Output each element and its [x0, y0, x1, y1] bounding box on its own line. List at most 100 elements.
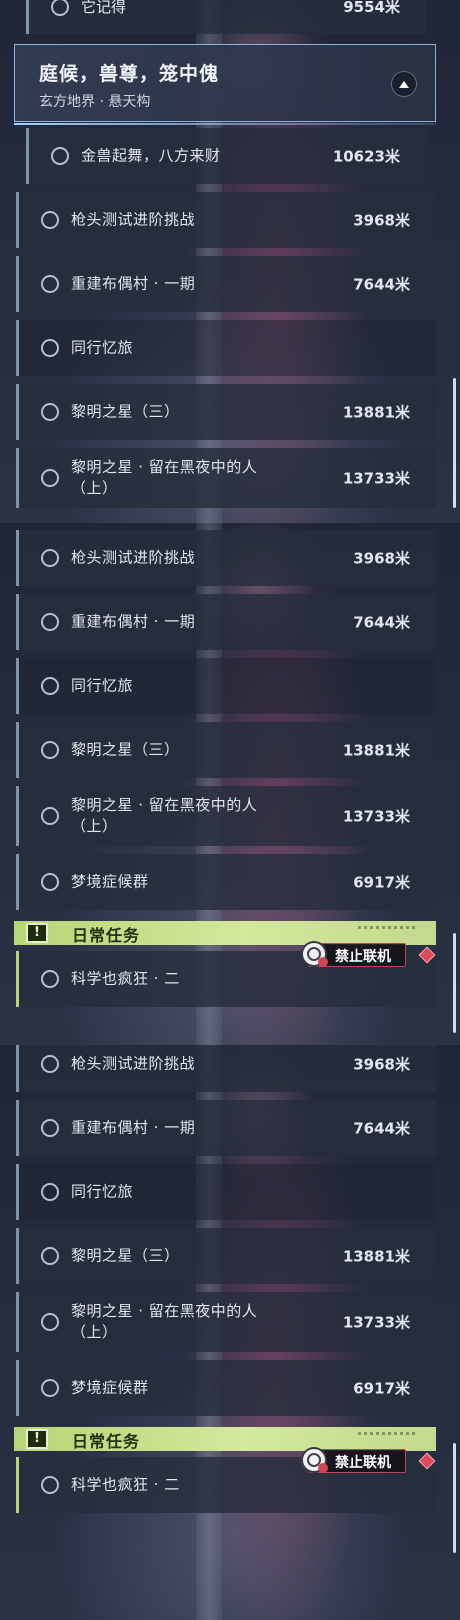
quest-title: 同行忆旅 [71, 676, 134, 695]
quest-row[interactable]: 重建布偶村 · 一期 7644米 [16, 256, 436, 312]
quest-row[interactable]: 枪头测试进阶挑战 3968米 [16, 530, 436, 586]
circle-icon [41, 807, 59, 825]
quest-title: 黎明之星 · 留在黑夜中的人（上） [71, 796, 258, 835]
quest-row[interactable]: 黎明之星 · 留在黑夜中的人（上） 13733米 [16, 786, 436, 846]
quest-row[interactable]: 黎明之星（三） 13881米 [16, 722, 436, 778]
circle-icon [41, 275, 59, 293]
circle-icon [41, 970, 59, 988]
quest-row[interactable]: 同行忆旅 [16, 1164, 436, 1220]
quest-distance: 13733米 [342, 1313, 410, 1332]
exclamation-icon: ! [26, 923, 48, 943]
scrollbar-thumb[interactable] [453, 378, 456, 508]
quest-title: 重建布偶村 · 一期 [71, 612, 196, 631]
region-subtitle: 玄方地界 · 悬天构 [39, 94, 151, 110]
circle-icon [41, 1313, 59, 1331]
quest-distance: 3968米 [353, 1055, 410, 1074]
circle-icon [41, 873, 59, 891]
quest-title: 科学也疯狂 · 二 [71, 969, 180, 988]
quest-title: 黎明之星 · 留在黑夜中的人（上） [71, 1302, 258, 1341]
daily-quest-title: 日常任务 [72, 926, 141, 945]
circle-icon [41, 613, 59, 631]
quest-title: 金兽起舞，八方来财 [81, 146, 221, 165]
circle-icon [41, 741, 59, 759]
quest-row[interactable]: 枪头测试进阶挑战 3968米 [16, 1045, 436, 1092]
quest-title: 枪头测试进阶挑战 [71, 210, 196, 229]
circle-icon [41, 677, 59, 695]
daily-quest-header[interactable]: ! 日常任务 [14, 1427, 436, 1451]
circle-icon [41, 1379, 59, 1397]
quest-row[interactable]: 枪头测试进阶挑战 3968米 [16, 192, 436, 248]
quest-distance: 7644米 [353, 1119, 410, 1138]
no-coop-badge: 禁止联机 [301, 941, 406, 967]
exclamation-icon: ! [26, 1429, 48, 1449]
quest-title: 科学也疯狂 · 二 [71, 1475, 180, 1494]
quest-row[interactable]: 黎明之星（三） 13881米 [16, 384, 436, 440]
quest-row[interactable]: 黎明之星（三） 13881米 [16, 1228, 436, 1284]
circle-icon [51, 0, 69, 16]
quest-distance: 6917米 [353, 873, 410, 892]
quest-row[interactable]: 同行忆旅 [16, 320, 436, 376]
quest-title: 枪头测试进阶挑战 [71, 1054, 196, 1073]
quest-title: 同行忆旅 [71, 1182, 134, 1201]
no-coop-badge: 禁止联机 [301, 1447, 406, 1473]
circle-icon [41, 211, 59, 229]
quest-row[interactable]: 黎明之星 · 留在黑夜中的人（上） 13733米 [16, 448, 436, 508]
quest-row[interactable]: 重建布偶村 · 一期 7644米 [16, 1100, 436, 1156]
quest-distance: 13733米 [342, 807, 410, 826]
quest-distance: 9554米 [343, 0, 400, 16]
quest-title: 梦境症候群 [71, 1378, 149, 1397]
quest-distance: 13881米 [342, 403, 410, 422]
quest-title: 同行忆旅 [71, 338, 134, 357]
quest-distance: 13881米 [342, 741, 410, 760]
quest-title: 重建布偶村 · 一期 [71, 274, 196, 293]
quest-row[interactable]: 黎明之星 · 留在黑夜中的人（上） 13733米 [16, 1292, 436, 1352]
no-multiplayer-icon [301, 941, 328, 967]
quest-panel-2: 枪头测试进阶挑战 3968米 重建布偶村 · 一期 7644米 同行忆旅 黎明之… [0, 523, 460, 1045]
circle-icon [41, 1119, 59, 1137]
quest-row[interactable]: 梦境症候群 6917米 [16, 854, 436, 910]
circle-icon [41, 549, 59, 567]
quest-row[interactable]: 梦境症候群 6917米 [16, 1360, 436, 1416]
region-header-card[interactable]: 庭候，兽尊，笼中傀 玄方地界 · 悬天构 [14, 44, 436, 125]
circle-icon [41, 339, 59, 357]
collapse-button[interactable] [391, 71, 417, 97]
no-coop-label: 禁止联机 [335, 1455, 391, 1471]
circle-icon [41, 1247, 59, 1265]
quest-distance: 10623米 [332, 147, 400, 166]
circle-icon [41, 1183, 59, 1201]
chevron-up-icon [399, 80, 409, 88]
region-title: 庭候，兽尊，笼中傀 [39, 63, 220, 85]
quest-title: 黎明之星（三） [71, 740, 180, 759]
quest-row-clipped[interactable]: 它记得 9554米 [26, 0, 426, 34]
daily-quest-header[interactable]: ! 日常任务 [14, 921, 436, 945]
quest-row[interactable]: 金兽起舞，八方来财 10623米 [26, 128, 426, 184]
circle-icon [51, 147, 69, 165]
quest-title: 它记得 [81, 0, 127, 16]
quest-title: 黎明之星（三） [71, 402, 180, 421]
scrollbar-thumb[interactable] [453, 933, 456, 1033]
quest-distance: 13733米 [342, 469, 410, 488]
quest-title: 重建布偶村 · 一期 [71, 1118, 196, 1137]
quest-panel-3: 枪头测试进阶挑战 3968米 重建布偶村 · 一期 7644米 同行忆旅 黎明之… [0, 1045, 460, 1620]
quest-distance: 7644米 [353, 613, 410, 632]
scrollbar-thumb[interactable] [453, 1443, 456, 1553]
quest-distance: 13881米 [342, 1247, 410, 1266]
circle-icon [41, 403, 59, 421]
no-multiplayer-icon [301, 1447, 328, 1473]
header-stripe [358, 926, 418, 929]
quest-distance: 6917米 [353, 1379, 410, 1398]
header-underline [14, 123, 436, 125]
circle-icon [41, 469, 59, 487]
quest-title: 梦境症候群 [71, 872, 149, 891]
circle-icon [41, 1055, 59, 1073]
quest-distance: 3968米 [353, 211, 410, 230]
daily-quest-title: 日常任务 [72, 1432, 141, 1451]
header-stripe [358, 1432, 418, 1435]
quest-row[interactable]: 同行忆旅 [16, 658, 436, 714]
quest-title: 黎明之星（三） [71, 1246, 180, 1265]
circle-icon [41, 1476, 59, 1494]
quest-row[interactable]: 重建布偶村 · 一期 7644米 [16, 594, 436, 650]
no-coop-label: 禁止联机 [335, 949, 391, 965]
quest-title: 枪头测试进阶挑战 [71, 548, 196, 567]
quest-distance: 3968米 [353, 549, 410, 568]
